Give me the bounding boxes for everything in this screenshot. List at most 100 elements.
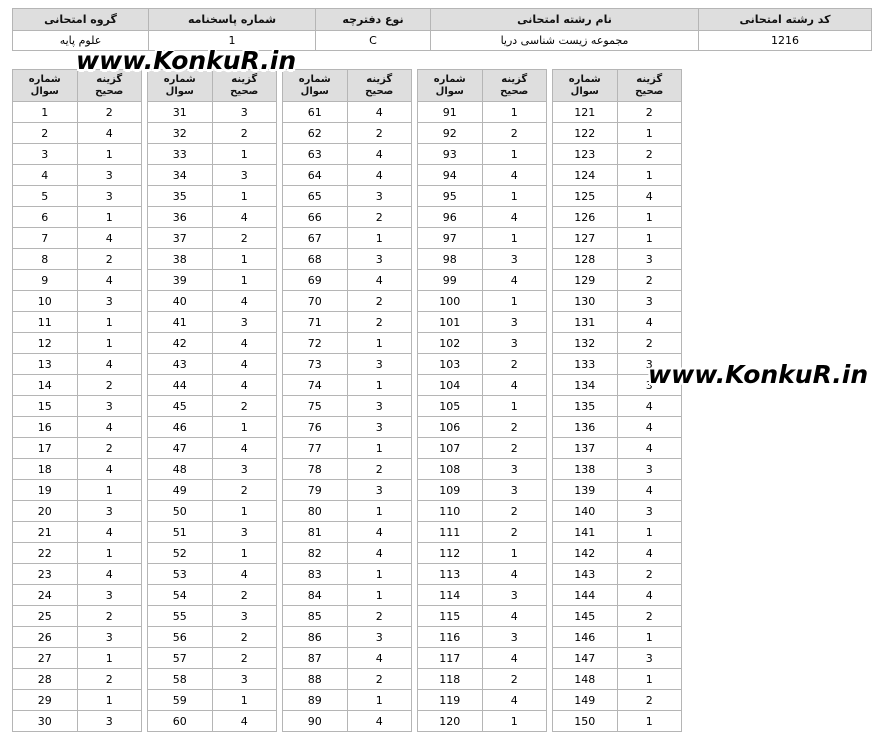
table-row: 18 4: [12, 458, 143, 480]
table-row: 61 4: [282, 101, 413, 123]
correct-option: 4: [76, 269, 143, 291]
correct-option: 2: [481, 437, 548, 459]
correct-option: 1: [481, 710, 548, 732]
table-row: 74 1: [282, 374, 413, 396]
correct-option-header: گزینه صحیح: [616, 69, 683, 102]
table-row: 143 2: [552, 563, 683, 585]
correct-option: 3: [481, 584, 548, 606]
question-number: 7: [12, 227, 78, 249]
table-row: 25 2: [12, 605, 143, 627]
question-number: 110: [417, 500, 483, 522]
table-row: 138 3: [552, 458, 683, 480]
correct-option: 1: [346, 563, 413, 585]
correct-option: 3: [76, 500, 143, 522]
correct-option: 2: [616, 605, 683, 627]
correct-option: 4: [346, 164, 413, 186]
question-number: 60: [147, 710, 213, 732]
exam-info-header-row: گروه امتحانی شماره پاسخنامه نوع دفترچه ن…: [12, 8, 872, 31]
correct-option: 1: [76, 311, 143, 333]
table-row: 147 3: [552, 647, 683, 669]
correct-option: 4: [76, 416, 143, 438]
table-row: 142 4: [552, 542, 683, 564]
question-number: 48: [147, 458, 213, 480]
question-number: 75: [282, 395, 348, 417]
question-number: 126: [552, 206, 618, 228]
correct-option: 3: [211, 668, 278, 690]
question-number: 33: [147, 143, 213, 165]
table-row: 75 3: [282, 395, 413, 417]
correct-option: 2: [346, 290, 413, 312]
table-row: 121 2: [552, 101, 683, 123]
question-number: 45: [147, 395, 213, 417]
table-row: 79 3: [282, 479, 413, 501]
question-number: 94: [417, 164, 483, 186]
correct-option: 2: [481, 122, 548, 144]
correct-option: 3: [76, 584, 143, 606]
question-number: 96: [417, 206, 483, 228]
question-number: 38: [147, 248, 213, 270]
exam-info-value-row: علوم پایه 1 C مجموعه زیست شناسی دریا 121…: [12, 30, 872, 51]
table-row: 113 4: [417, 563, 548, 585]
question-number: 23: [12, 563, 78, 585]
correct-option: 3: [616, 500, 683, 522]
correct-option: 1: [76, 689, 143, 711]
question-number: 150: [552, 710, 618, 732]
table-row: 30 3: [12, 710, 143, 732]
question-number: 122: [552, 122, 618, 144]
question-number: 28: [12, 668, 78, 690]
correct-option: 4: [76, 227, 143, 249]
correct-option: 4: [616, 479, 683, 501]
table-row: 80 1: [282, 500, 413, 522]
question-number: 115: [417, 605, 483, 627]
question-number: 149: [552, 689, 618, 711]
question-number: 124: [552, 164, 618, 186]
question-number: 93: [417, 143, 483, 165]
table-row: 87 4: [282, 647, 413, 669]
table-row: 74: [12, 227, 143, 249]
correct-option: 3: [481, 458, 548, 480]
table-row: 102 3: [417, 332, 548, 354]
correct-option: 1: [211, 542, 278, 564]
question-number: 49: [147, 479, 213, 501]
table-row: 148 1: [552, 668, 683, 690]
question-number: 47: [147, 437, 213, 459]
table-row: 27 1: [12, 647, 143, 669]
table-row: 119 4: [417, 689, 548, 711]
correct-option: 3: [481, 332, 548, 354]
correct-option: 1: [211, 185, 278, 207]
correct-option: 3: [211, 605, 278, 627]
table-row: 106 2: [417, 416, 548, 438]
correct-option: 4: [346, 647, 413, 669]
correct-option: 1: [481, 101, 548, 123]
table-row: 109 3: [417, 479, 548, 501]
question-number: 81: [282, 521, 348, 543]
table-row: 116 3: [417, 626, 548, 648]
question-number: 62: [282, 122, 348, 144]
question-number: 116: [417, 626, 483, 648]
table-row: 43: [12, 164, 143, 186]
question-number: 22: [12, 542, 78, 564]
correct-option: 1: [616, 206, 683, 228]
correct-option: 2: [211, 584, 278, 606]
table-row: 59 1: [147, 689, 278, 711]
correct-option-header: گزینه صحیح: [346, 69, 413, 102]
table-row: 71 2: [282, 311, 413, 333]
question-number: 108: [417, 458, 483, 480]
question-number: 73: [282, 353, 348, 375]
question-number: 84: [282, 584, 348, 606]
question-number: 76: [282, 416, 348, 438]
question-number: 123: [552, 143, 618, 165]
table-row: 10 3: [12, 290, 143, 312]
table-row: 149 2: [552, 689, 683, 711]
question-number: 5: [12, 185, 78, 207]
table-row: 60 4: [147, 710, 278, 732]
correct-option: 4: [211, 206, 278, 228]
table-row: 64 4: [282, 164, 413, 186]
correct-option: 2: [76, 668, 143, 690]
correct-option: 2: [76, 605, 143, 627]
correct-option-header: گزینه صحیح: [481, 69, 548, 102]
correct-option: 4: [481, 689, 548, 711]
question-number-header: شماره سوال: [147, 69, 213, 102]
booklet-type-header: نوع دفترچه: [315, 8, 431, 31]
correct-option: 1: [346, 584, 413, 606]
